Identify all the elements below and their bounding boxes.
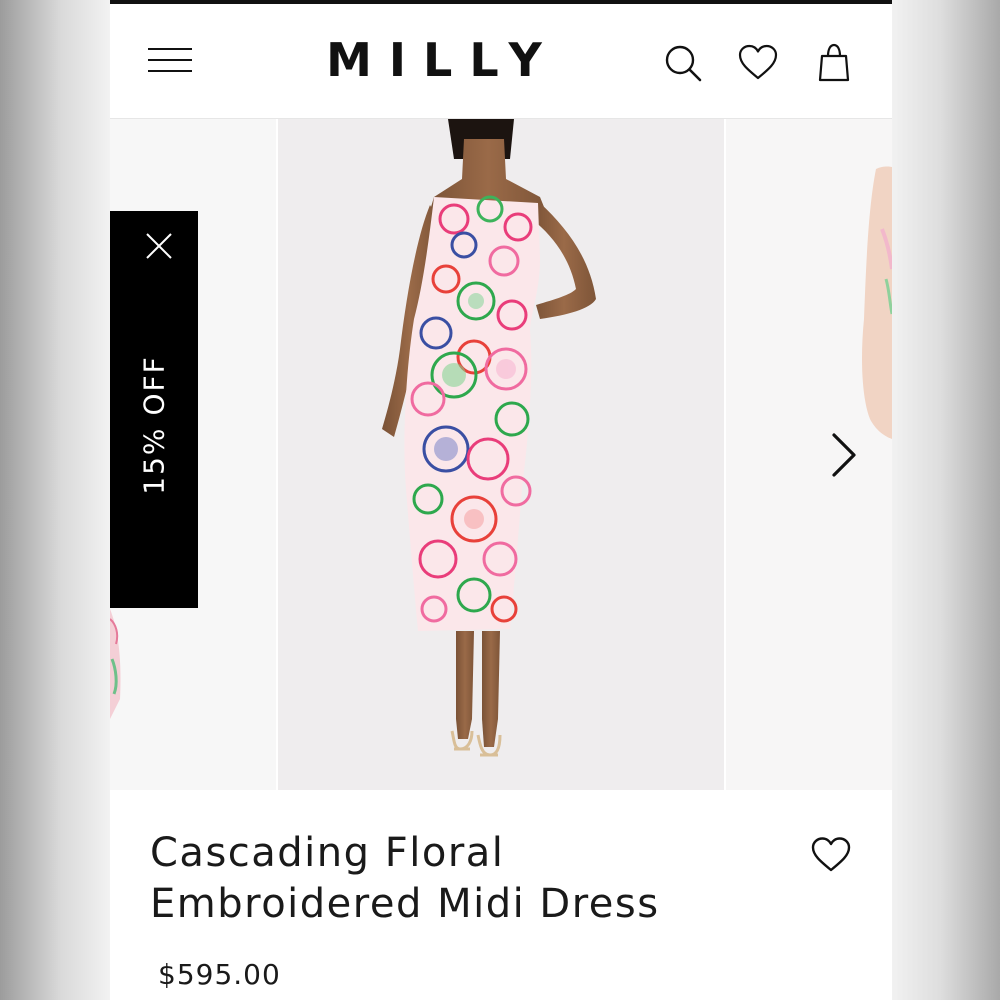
shopping-bag-icon[interactable] bbox=[813, 42, 855, 84]
product-title-line-1: Cascading Floral bbox=[150, 830, 505, 876]
product-price: $595.00 bbox=[158, 958, 281, 991]
product-title-line-2: Embroidered Midi Dress bbox=[150, 881, 660, 927]
menu-button[interactable] bbox=[148, 46, 194, 76]
product-info: Cascading Floral Embroidered Midi Dress … bbox=[110, 790, 892, 1000]
heart-icon[interactable] bbox=[810, 835, 852, 875]
next-image-preview bbox=[862, 166, 892, 439]
model-in-dress-image bbox=[382, 119, 596, 757]
brand-logo[interactable]: MILLY bbox=[300, 30, 568, 90]
promo-label: 15% OFF bbox=[137, 355, 171, 495]
chevron-right-icon[interactable] bbox=[826, 429, 862, 481]
product-page: MILLY 15% OFF Cascading Floral Embroider… bbox=[110, 0, 892, 1000]
close-icon[interactable] bbox=[144, 231, 174, 261]
heart-icon[interactable] bbox=[737, 42, 779, 84]
hamburger-line bbox=[148, 59, 192, 61]
site-header: MILLY bbox=[110, 4, 892, 119]
next-product-image[interactable] bbox=[726, 119, 892, 790]
main-product-image[interactable] bbox=[278, 119, 724, 790]
product-title: Cascading Floral Embroidered Midi Dress bbox=[150, 828, 710, 930]
search-icon[interactable] bbox=[662, 42, 704, 84]
hamburger-line bbox=[148, 70, 192, 72]
discount-promo-tab[interactable]: 15% OFF bbox=[110, 211, 198, 608]
hamburger-menu-icon bbox=[148, 48, 192, 50]
product-image-gallery[interactable]: 15% OFF bbox=[110, 119, 892, 790]
